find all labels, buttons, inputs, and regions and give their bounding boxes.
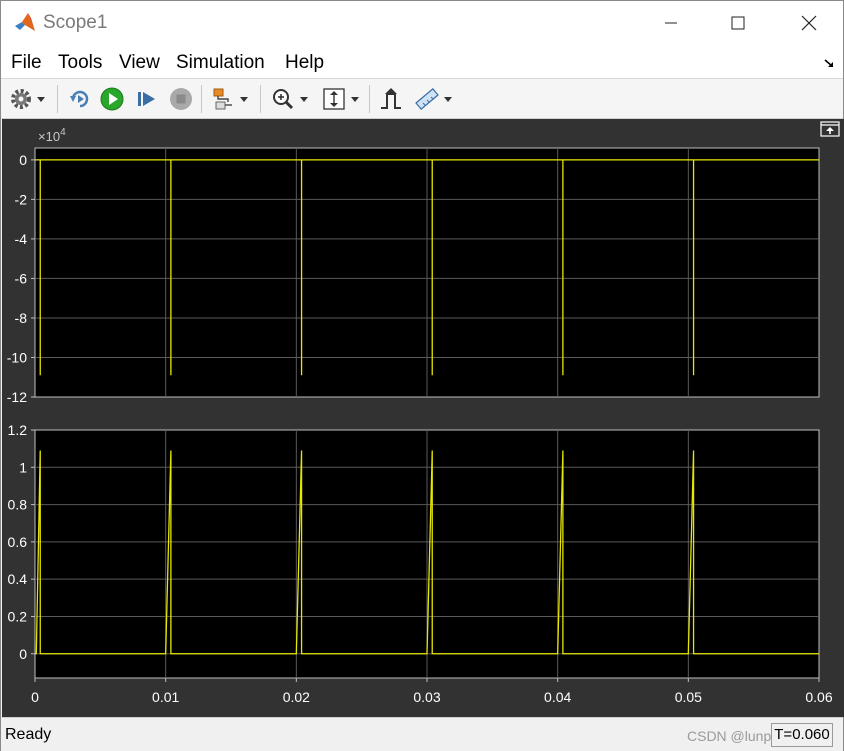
y-tick-label: 0 — [19, 152, 27, 168]
chevron-down-icon — [444, 96, 452, 102]
scope-window: Scope1 File Tools View Simulation Help 0… — [0, 0, 844, 751]
menu-tools[interactable]: Tools — [58, 52, 102, 74]
y-tick-label: 0.2 — [8, 608, 28, 624]
chevron-down-icon — [240, 96, 248, 102]
x-tick-label: 0.02 — [283, 689, 310, 705]
measurement-button[interactable] — [414, 85, 452, 113]
x-tick-label: 0.03 — [413, 689, 440, 705]
menu-file[interactable]: File — [11, 52, 42, 74]
y-tick-label: 0 — [19, 646, 27, 662]
zoom-button[interactable] — [270, 85, 308, 113]
status-text: Ready — [5, 726, 52, 743]
highlight-block-icon — [213, 88, 232, 110]
x-tick-label: 0.05 — [675, 689, 702, 705]
y-tick-label: -10 — [7, 349, 27, 365]
menu-help[interactable]: Help — [285, 52, 324, 74]
menu-simulation[interactable]: Simulation — [176, 52, 265, 74]
toolbar-separator — [57, 85, 58, 113]
toolbar-separator — [201, 85, 202, 113]
close-button[interactable] — [781, 1, 837, 45]
axes-1: 0 -2 -4 -6 -8 -10 -12 — [7, 147, 820, 405]
step-forward-icon — [138, 92, 155, 106]
simulation-time: T=0.060 — [771, 723, 833, 747]
maximize-icon — [731, 16, 745, 30]
scope-display: 0 -2 -4 -6 -8 -10 -12 0 0.2 0.4 0.6 0.8 1 1.2 0 0.01 0.0… — [2, 119, 844, 717]
window-title: Scope1 — [43, 12, 108, 33]
settings-button[interactable] — [9, 85, 45, 113]
y-tick-label: 0.8 — [8, 497, 28, 513]
toolbar-separator — [369, 85, 370, 113]
y-tick-label: -2 — [15, 191, 28, 207]
close-icon — [801, 15, 817, 31]
autoscale-icon — [323, 88, 345, 110]
title-bar[interactable]: Scope1 — [1, 1, 843, 45]
axes-2: 0 0.2 0.4 0.6 0.8 1 1.2 0 0.01 0.02 0.03 0.04 0.05 0.… — [8, 422, 833, 705]
chevron-down-icon — [351, 96, 359, 102]
step-forward-button[interactable] — [134, 85, 160, 113]
menu-bar: File Tools View Simulation Help — [1, 45, 843, 79]
minimize-icon — [665, 22, 677, 24]
y-tick-label: 1 — [19, 459, 27, 475]
y-tick-label: 0.6 — [8, 534, 28, 550]
toolbar — [1, 79, 843, 119]
measurement-icon — [415, 88, 439, 110]
undock-icon[interactable] — [820, 121, 840, 137]
x-tick-label: 0.01 — [152, 689, 179, 705]
y-tick-label: -12 — [7, 389, 27, 405]
y-tick-label: -6 — [15, 270, 28, 286]
stop-icon — [170, 88, 192, 110]
triggers-icon — [381, 88, 401, 109]
y-tick-label: 1.2 — [8, 422, 28, 438]
menu-view[interactable]: View — [119, 52, 160, 74]
y-tick-label: -8 — [15, 310, 28, 326]
minimize-button[interactable] — [643, 1, 699, 45]
gear-icon — [11, 89, 31, 109]
x-tick-label: 0 — [31, 689, 39, 705]
dock-arrow-icon[interactable] — [823, 57, 835, 69]
maximize-button[interactable] — [710, 1, 766, 45]
y-exponent-base: ×10 — [38, 129, 60, 144]
stop-button[interactable] — [168, 85, 194, 113]
step-back-button[interactable] — [67, 85, 93, 113]
x-tick-label: 0.04 — [544, 689, 571, 705]
run-button[interactable] — [99, 85, 125, 113]
y-tick-label: -4 — [15, 231, 28, 247]
matlab-logo-icon — [15, 13, 35, 31]
zoom-icon — [273, 89, 294, 110]
triggers-button[interactable] — [378, 85, 404, 113]
highlight-block-button[interactable] — [210, 85, 248, 113]
y-exponent-label: ×104 — [38, 127, 66, 144]
status-bar: Ready CSDN @lunpc4125 T=0.060 — [1, 717, 843, 751]
autoscale-button[interactable] — [321, 85, 359, 113]
y-tick-label: 0.4 — [8, 571, 28, 587]
chevron-down-icon — [37, 96, 45, 102]
y-exponent-power: 4 — [60, 127, 66, 138]
scope-plots[interactable]: 0 -2 -4 -6 -8 -10 -12 0 0.2 0.4 0.6 0.8 1 1.2 0 0.01 0.0… — [2, 119, 844, 717]
run-icon — [100, 87, 124, 111]
step-back-icon — [70, 90, 89, 108]
chevron-down-icon — [300, 96, 308, 102]
x-tick-label: 0.06 — [805, 689, 832, 705]
toolbar-separator — [260, 85, 261, 113]
